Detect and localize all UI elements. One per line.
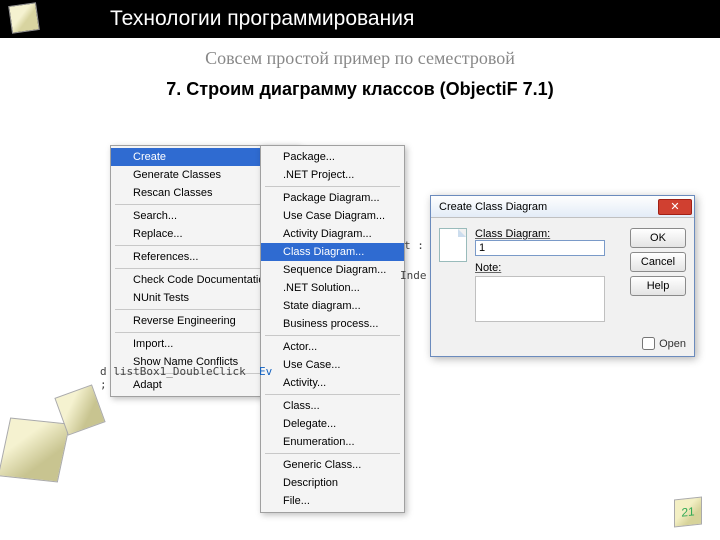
close-button[interactable]: ✕ — [658, 199, 692, 215]
menu-item[interactable]: Sequence Diagram... — [261, 261, 404, 279]
code-frag-right1: t : — [404, 239, 424, 252]
step-heading: 7. Строим диаграмму классов (ObjectiF 7.… — [0, 79, 720, 100]
menu-item[interactable]: Actor... — [261, 338, 404, 356]
menu-separator — [265, 453, 400, 454]
open-label: Open — [659, 338, 686, 350]
screenshot-area: CreateGenerate ClassesRescan ClassesSear… — [100, 135, 700, 475]
menu-item[interactable]: Description — [261, 474, 404, 492]
menu-item[interactable]: Use Case... — [261, 356, 404, 374]
code-frag-right2: Inde — [400, 269, 427, 282]
context-menu-create[interactable]: Package....NET Project... Package Diagram… — [260, 145, 405, 513]
note-label: Note: — [475, 262, 501, 274]
note-textarea[interactable] — [475, 276, 605, 322]
class-diagram-input[interactable] — [475, 240, 605, 256]
slide-title: Технологии программирования — [110, 7, 414, 31]
slide-subtitle: Совсем простой пример по семестровой — [0, 48, 720, 69]
menu-item[interactable]: .NET Project... — [261, 166, 404, 184]
menu-separator — [265, 335, 400, 336]
ok-button[interactable]: OK — [630, 228, 686, 248]
menu-item[interactable]: Delegate... — [261, 415, 404, 433]
page-number: 21 — [681, 504, 694, 519]
menu-item[interactable]: File... — [261, 492, 404, 510]
dialog-titlebar: Create Class Diagram ✕ — [431, 196, 694, 218]
menu-item[interactable]: Use Case Diagram... — [261, 207, 404, 225]
menu-item[interactable]: Enumeration... — [261, 433, 404, 451]
slide-title-bar: Технологии программирования — [0, 0, 720, 38]
menu-item[interactable]: Business process... — [261, 315, 404, 333]
open-checkbox[interactable] — [642, 337, 655, 350]
menu-item[interactable]: Package... — [261, 148, 404, 166]
document-icon — [439, 228, 467, 262]
menu-item[interactable]: Activity... — [261, 374, 404, 392]
class-diagram-label: Class Diagram: — [475, 228, 550, 240]
code-fragment: d listBox1_DoubleClick Ev ; — [100, 365, 272, 391]
menu-item[interactable]: State diagram... — [261, 297, 404, 315]
menu-item[interactable]: Activity Diagram... — [261, 225, 404, 243]
page-number-badge: 21 — [674, 497, 702, 528]
decor-cube-icon — [8, 2, 40, 34]
decor-cube-icon — [0, 418, 70, 483]
menu-item[interactable]: Package Diagram... — [261, 189, 404, 207]
menu-item[interactable]: Class... — [261, 397, 404, 415]
menu-separator — [265, 186, 400, 187]
help-button[interactable]: Help — [630, 276, 686, 296]
menu-item[interactable]: Class Diagram... — [261, 243, 404, 261]
menu-item[interactable]: Generic Class... — [261, 456, 404, 474]
cancel-button[interactable]: Cancel — [630, 252, 686, 272]
dialog-title: Create Class Diagram — [439, 201, 547, 213]
menu-separator — [265, 394, 400, 395]
create-class-diagram-dialog: Create Class Diagram ✕ Class Diagram: No… — [430, 195, 695, 357]
menu-item[interactable]: .NET Solution... — [261, 279, 404, 297]
